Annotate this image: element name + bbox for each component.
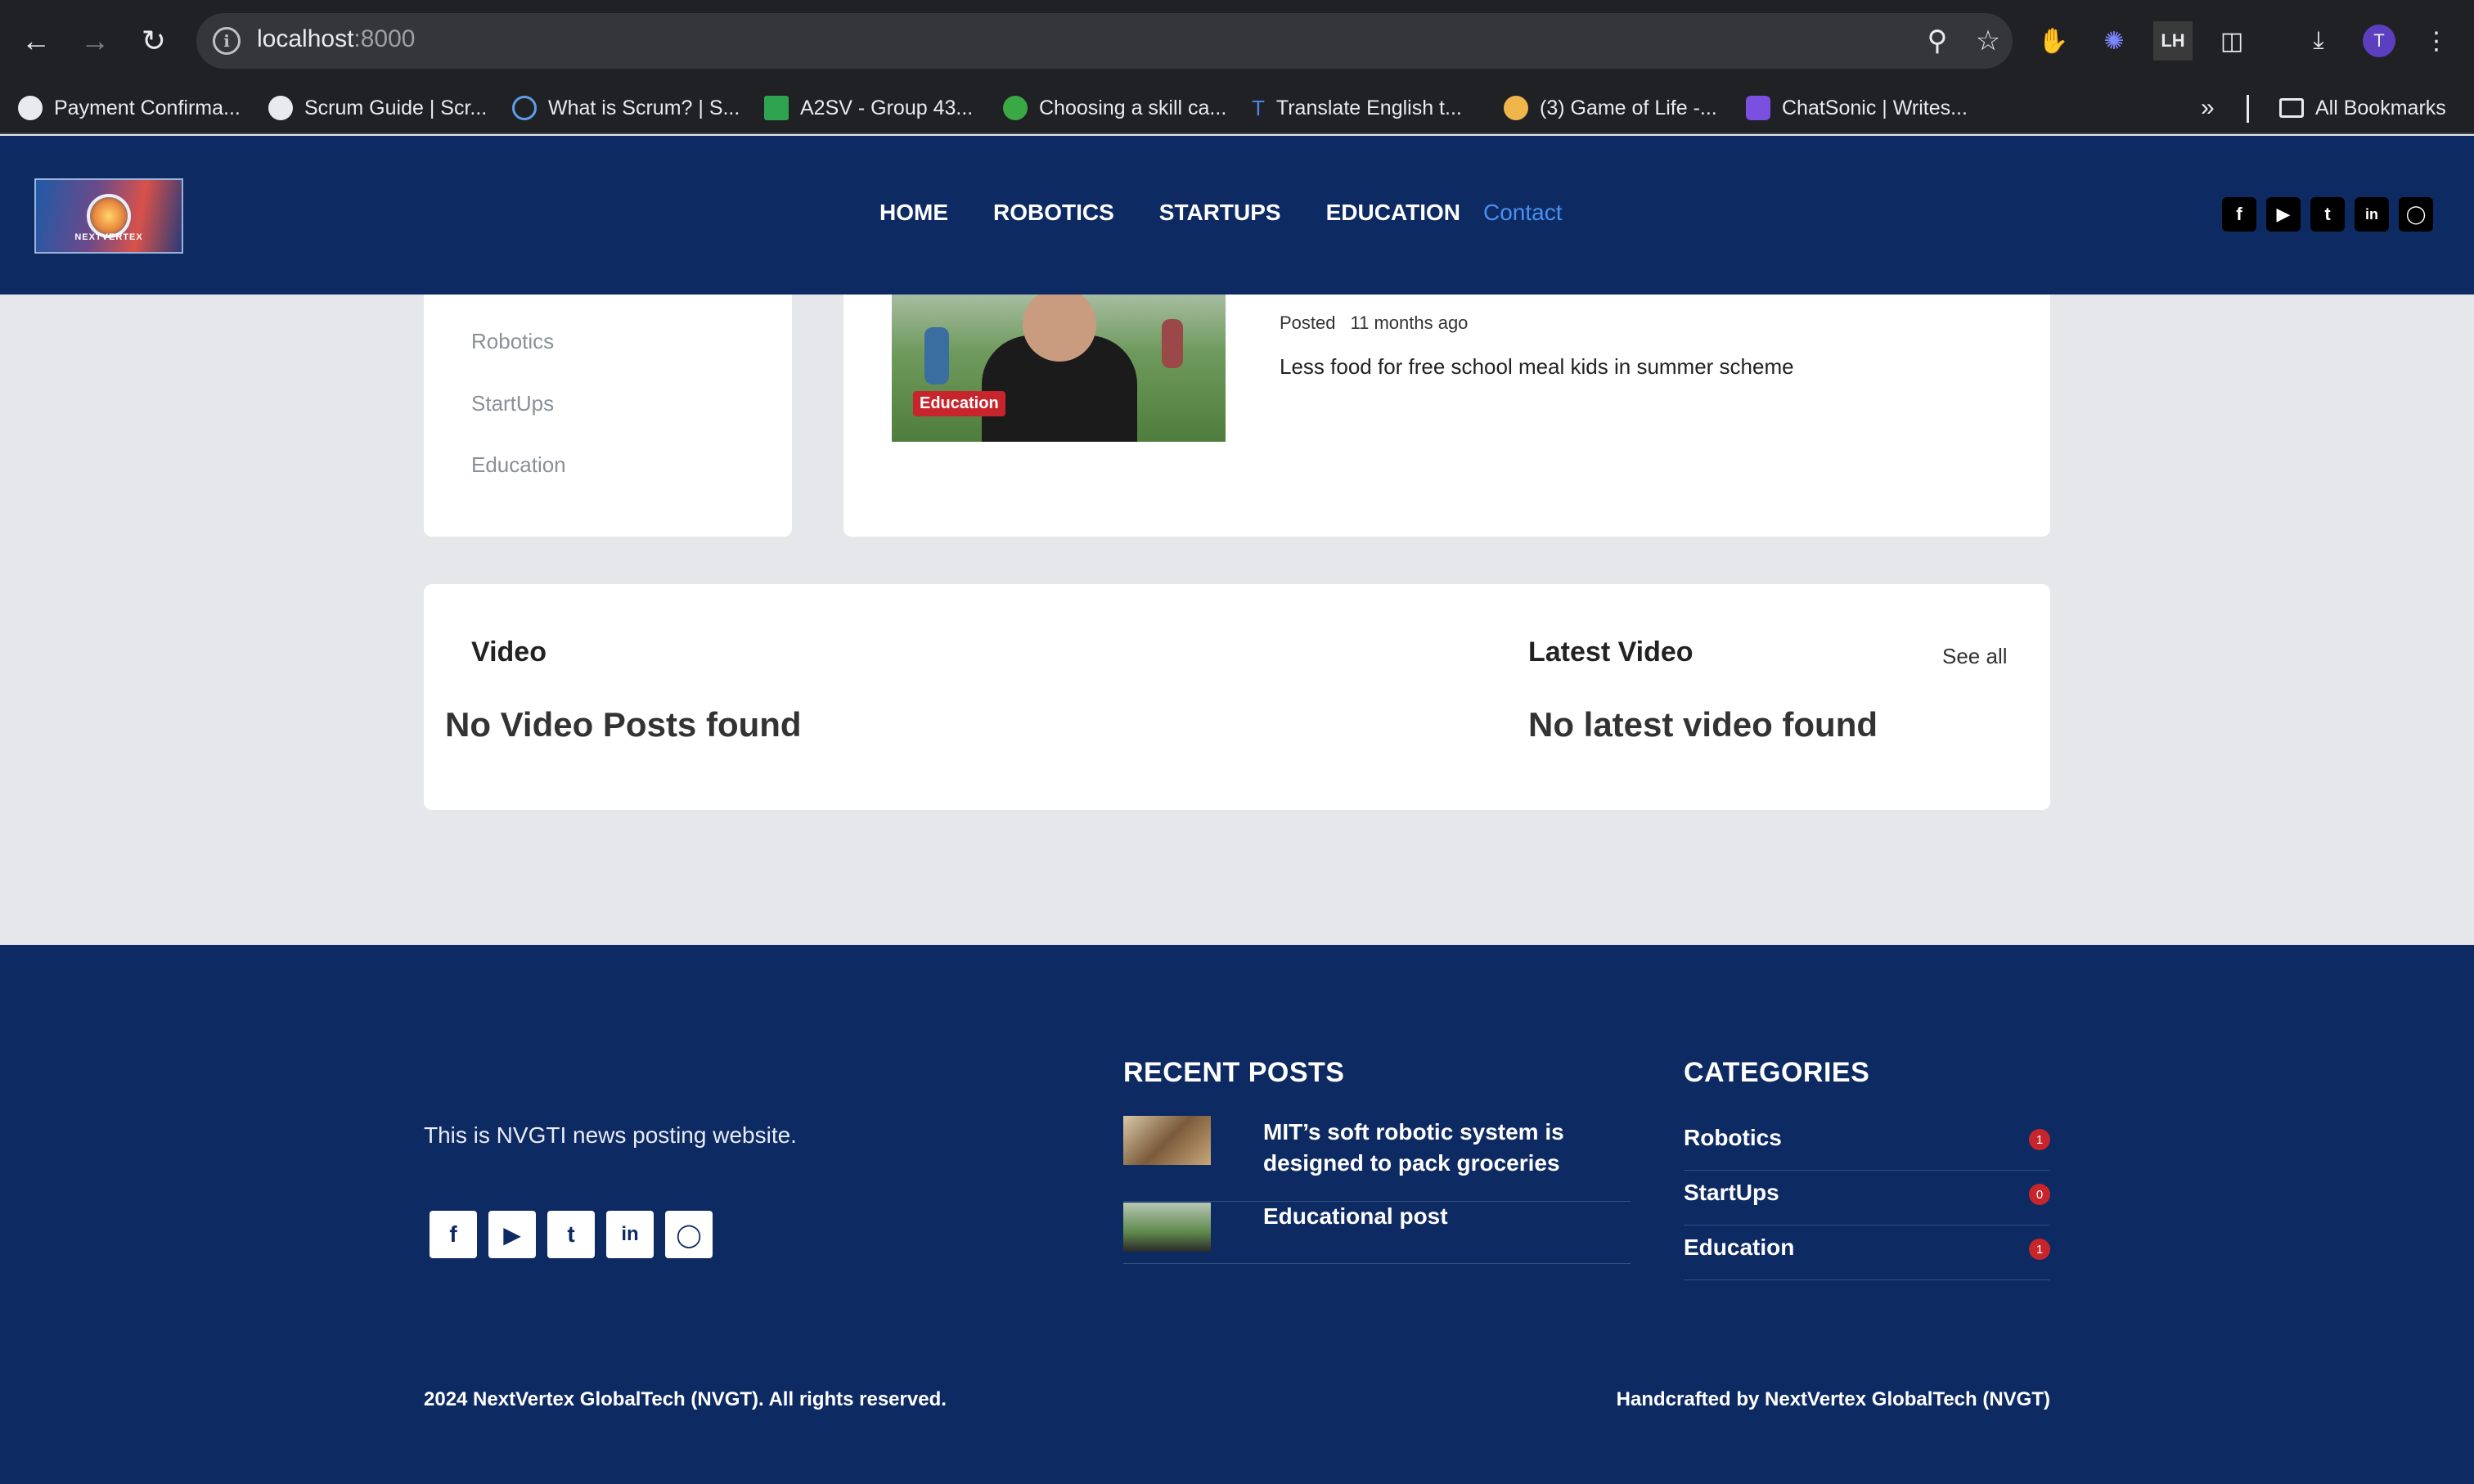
recent-post-title[interactable]: MIT’s soft robotic system is designed to… [1263, 1117, 1607, 1179]
see-all-link[interactable]: See all [1942, 644, 2008, 669]
video-heading: Video [471, 636, 547, 668]
latest-video-heading: Latest Video [1528, 636, 1694, 668]
post-excerpt[interactable]: Less food for free school meal kids in s… [1280, 354, 1794, 380]
recent-post-title[interactable]: Educational post [1263, 1201, 1607, 1232]
bookmark-star-icon[interactable]: ☆ [1970, 23, 2006, 59]
extension-stop-icon[interactable]: ✋ [2034, 21, 2073, 61]
leetcode-icon [1504, 96, 1528, 120]
main-nav: HOME ROBOTICS STARTUPS EDUCATION Contact [879, 200, 1562, 226]
menu-kebab-icon[interactable]: ⋮ [2417, 21, 2456, 61]
extension-lh-icon[interactable]: LH [2153, 21, 2193, 61]
reload-icon[interactable]: ↻ [131, 18, 177, 64]
translate-icon: T [1252, 96, 1265, 120]
nav-home[interactable]: HOME [879, 200, 948, 226]
bookmark-item[interactable]: Scrum Guide | Scr... [268, 93, 487, 123]
site-info-icon[interactable]: i [213, 27, 241, 55]
bookmark-item[interactable]: Payment Confirma... [18, 93, 241, 123]
video-empty-message: No Video Posts found [445, 705, 802, 744]
upwork-icon [1003, 96, 1028, 120]
zoom-icon[interactable]: ⚲ [1919, 23, 1955, 59]
category-badge[interactable]: Education [913, 391, 1005, 416]
browser-toolbar: ← → ↻ i localhost:8000 ⚲ ☆ ✋ ✺ LH ◫ ⤓ T … [0, 0, 2474, 82]
bookmark-item[interactable]: ChatSonic | Writes... [1746, 93, 1968, 123]
latest-video-empty-message: No latest video found [1528, 705, 1878, 744]
post-thumbnail[interactable] [892, 278, 1226, 442]
nav-robotics[interactable]: ROBOTICS [993, 200, 1114, 226]
bookmarks-bar: Payment Confirma... Scrum Guide | Scr...… [0, 82, 2474, 134]
nav-contact[interactable]: Contact [1483, 200, 1563, 226]
instagram-icon[interactable]: ◯ [2399, 197, 2433, 232]
profile-avatar[interactable]: T [2363, 25, 2395, 57]
downloads-icon[interactable]: ⤓ [2299, 21, 2338, 61]
footer-categories-heading: CATEGORIES [1684, 1057, 1870, 1088]
category-count-badge: 0 [2029, 1184, 2050, 1205]
recent-posts-heading: RECENT POSTS [1123, 1057, 1345, 1088]
globe-icon [18, 96, 43, 120]
nav-startups[interactable]: STARTUPS [1159, 200, 1281, 226]
site-footer [0, 945, 2474, 1484]
footer-facebook-icon[interactable]: f [430, 1211, 477, 1258]
bookmark-item[interactable]: Choosing a skill ca... [1003, 93, 1226, 123]
bookmark-item[interactable]: A2SV - Group 43... [764, 93, 973, 123]
nav-education[interactable]: EDUCATION [1326, 200, 1460, 226]
back-icon[interactable]: ← [13, 18, 59, 64]
youtube-icon[interactable]: ▶ [2266, 197, 2301, 232]
more-bookmarks-icon[interactable]: » [2201, 93, 2215, 123]
address-bar[interactable]: i localhost:8000 ⚲ ☆ [196, 13, 2013, 69]
chatsonic-icon [1746, 96, 1770, 120]
recent-post-thumbnail[interactable] [1123, 1116, 1211, 1165]
video-card [424, 584, 2050, 810]
folder-icon [2279, 98, 2304, 118]
footer-category-row[interactable]: Education 1 [1684, 1226, 2050, 1280]
site-logo[interactable]: NEXTVERTEX [34, 178, 183, 254]
footer-credit: Handcrafted by NextVertex GlobalTech (NV… [1616, 1388, 2050, 1410]
category-count-badge: 1 [2029, 1239, 2050, 1260]
recent-post-divider [1123, 1263, 1631, 1264]
logo-emblem-icon [87, 194, 131, 238]
sheets-icon [764, 96, 789, 120]
footer-category-row[interactable]: Robotics 1 [1684, 1117, 2050, 1171]
bookmark-item[interactable]: T Translate English t... [1252, 93, 1462, 123]
bookmarks-divider [2247, 95, 2249, 123]
footer-instagram-icon[interactable]: ◯ [665, 1211, 713, 1258]
recent-post-thumbnail[interactable] [1123, 1203, 1211, 1252]
extension-sparkle-icon[interactable]: ✺ [2094, 21, 2134, 61]
url-text[interactable]: localhost:8000 [257, 25, 415, 53]
footer-youtube-icon[interactable]: ▶ [488, 1211, 536, 1258]
extensions-puzzle-icon[interactable]: ◫ [2212, 21, 2251, 61]
post-meta: Posted 11 months ago [1280, 313, 1469, 333]
forward-icon[interactable]: → [72, 18, 118, 64]
linkedin-icon[interactable]: in [2355, 197, 2389, 232]
sidebar-category-education[interactable]: Education [471, 452, 566, 478]
footer-description: This is NVGTI news posting website. [424, 1122, 797, 1148]
facebook-icon[interactable]: f [2222, 197, 2256, 232]
footer-linkedin-icon[interactable]: in [606, 1211, 654, 1258]
category-count-badge: 1 [2029, 1129, 2050, 1150]
twitter-icon[interactable]: t [2310, 197, 2345, 232]
footer-category-row[interactable]: StartUps 0 [1684, 1171, 2050, 1225]
scrum-icon [512, 96, 537, 120]
footer-copyright: 2024 NextVertex GlobalTech (NVGT). All r… [424, 1388, 947, 1410]
bookmark-item[interactable]: What is Scrum? | S... [512, 93, 740, 123]
all-bookmarks-button[interactable]: All Bookmarks [2279, 93, 2446, 123]
bookmark-item[interactable]: (3) Game of Life -... [1504, 93, 1717, 123]
sidebar-category-startups[interactable]: StartUps [471, 391, 554, 416]
site-header: NEXTVERTEX HOME ROBOTICS STARTUPS EDUCAT… [0, 136, 2474, 295]
sidebar-category-robotics[interactable]: Robotics [471, 329, 554, 354]
globe-icon [268, 96, 293, 120]
footer-twitter-icon[interactable]: t [547, 1211, 595, 1258]
